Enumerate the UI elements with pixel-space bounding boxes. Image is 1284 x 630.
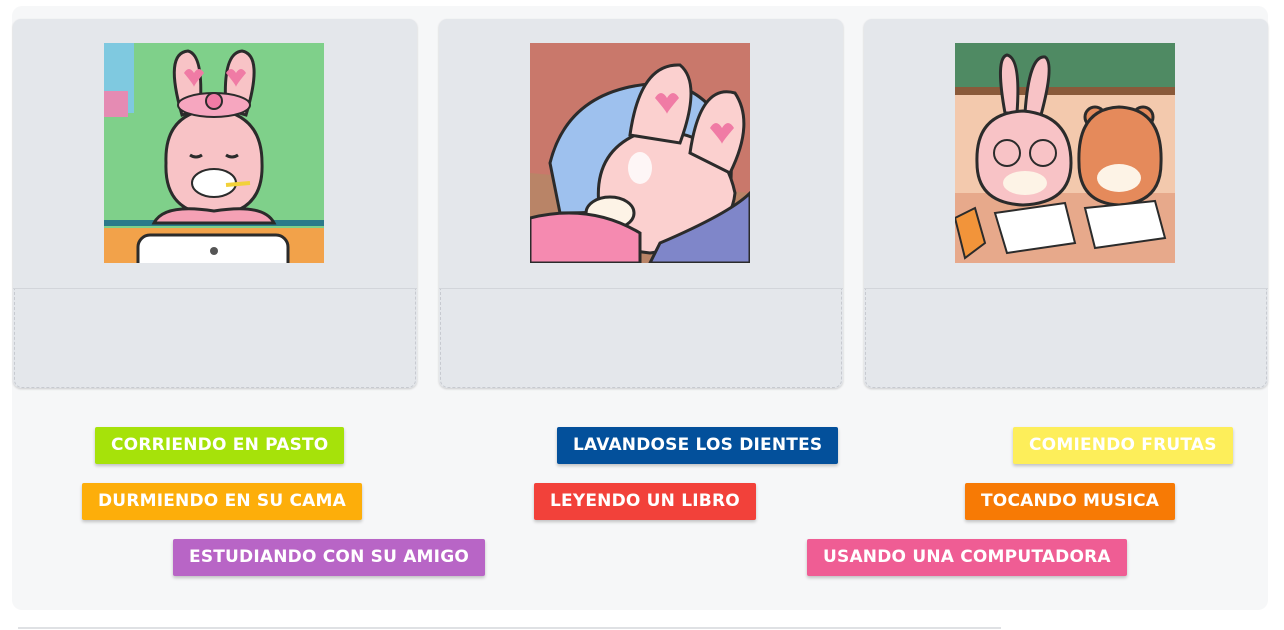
matching-board: CORRIENDO EN PASTO LAVANDOSE LOS DIENTES… bbox=[12, 6, 1268, 610]
bunny-studying-with-friend-image bbox=[955, 43, 1175, 263]
answer-chip-usando-una-computadora[interactable]: USANDO UNA COMPUTADORA bbox=[807, 539, 1127, 576]
answer-chip-tocando-musica[interactable]: TOCANDO MUSICA bbox=[965, 483, 1176, 520]
picture-card-2 bbox=[439, 19, 843, 388]
answer-chip-comiendo-frutas[interactable]: COMIENDO FRUTAS bbox=[1013, 427, 1233, 464]
answer-chip-durmiendo-en-su-cama[interactable]: DURMIENDO EN SU CAMA bbox=[82, 483, 363, 520]
bunny-sleeping-image bbox=[530, 43, 750, 263]
answer-drop-zone-2[interactable] bbox=[440, 289, 842, 388]
answer-chip-lavandose-los-dientes[interactable]: LAVANDOSE LOS DIENTES bbox=[557, 427, 839, 464]
picture-card-3 bbox=[864, 19, 1268, 388]
answer-chip-leyendo-un-libro[interactable]: LEYENDO UN LIBRO bbox=[534, 483, 756, 520]
answer-drop-zone-1[interactable] bbox=[14, 289, 416, 388]
bottom-divider bbox=[18, 627, 1001, 629]
answer-chip-estudiando-con-su-amigo[interactable]: ESTUDIANDO CON SU AMIGO bbox=[173, 539, 486, 576]
answer-drop-zone-3[interactable] bbox=[865, 289, 1267, 388]
bunny-brushing-teeth-image bbox=[104, 43, 324, 263]
picture-card-1 bbox=[13, 19, 417, 388]
answer-chip-corriendo-en-pasto[interactable]: CORRIENDO EN PASTO bbox=[95, 427, 345, 464]
